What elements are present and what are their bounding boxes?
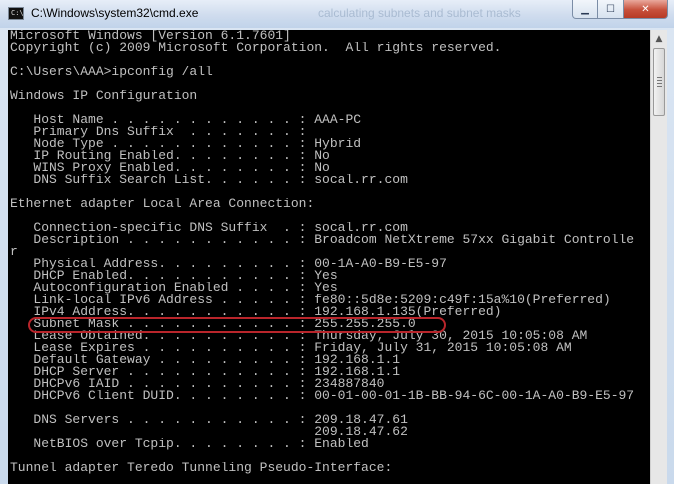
console-line: Physical Address. . . . . . . . . : 00-1… xyxy=(10,258,447,270)
console-line: DHCP Server . . . . . . . . . . . : 192.… xyxy=(10,366,401,378)
console-line: DHCPv6 Client DUID. . . . . . . . : 00-0… xyxy=(10,390,635,402)
background-window-title: calculating subnets and subnet masks xyxy=(318,6,521,20)
console-lines: Microsoft Windows [Version 6.1.7601] Copy… xyxy=(8,30,650,474)
console-line: Default Gateway . . . . . . . . . : 192.… xyxy=(10,354,401,366)
console-line: Tunnel adapter Teredo Tunneling Pseudo-I… xyxy=(10,462,393,474)
console-line: Description . . . . . . . . . . . : Broa… xyxy=(10,234,635,246)
console-line: DNS Suffix Search List. . . . . . : soca… xyxy=(10,174,408,186)
vertical-scrollbar[interactable]: ▲ xyxy=(650,30,667,484)
scrollbar-thumb[interactable] xyxy=(653,48,665,116)
caption-buttons: ▁ ☐ ✕ xyxy=(572,0,668,20)
console-line: Primary Dns Suffix . . . . . . . : xyxy=(10,126,307,138)
console-line: Microsoft Windows [Version 6.1.7601] xyxy=(10,30,291,42)
maximize-button[interactable]: ☐ xyxy=(598,0,624,19)
console-line: DNS Servers . . . . . . . . . . . : 209.… xyxy=(10,414,408,426)
title-bar[interactable]: C:\ C:\Windows\system32\cmd.exe calculat… xyxy=(0,0,674,28)
console-line: r xyxy=(10,246,18,258)
console-line: NetBIOS over Tcpip. . . . . . . . : Enab… xyxy=(10,438,369,450)
grip-line xyxy=(657,80,662,81)
grip-line xyxy=(657,86,662,87)
console-line: Ethernet adapter Local Area Connection: xyxy=(10,198,315,210)
console-line: WINS Proxy Enabled. . . . . . . . : No xyxy=(10,162,330,174)
console-output[interactable]: Microsoft Windows [Version 6.1.7601] Copy… xyxy=(8,30,650,484)
chevron-up-icon: ▲ xyxy=(655,33,663,44)
console-line: Autoconfiguration Enabled . . . . : Yes xyxy=(10,282,338,294)
scroll-up-button[interactable]: ▲ xyxy=(651,30,667,47)
maximize-icon: ☐ xyxy=(606,3,615,15)
cmd-window: C:\ C:\Windows\system32\cmd.exe calculat… xyxy=(0,0,674,484)
grip-line xyxy=(657,77,662,78)
close-icon: ✕ xyxy=(641,3,650,15)
console-line: DHCPv6 IAID . . . . . . . . . . . : 2348… xyxy=(10,378,385,390)
subnet-mask-highlight xyxy=(28,317,446,333)
console-line: Lease Expires . . . . . . . . . . : Frid… xyxy=(10,342,572,354)
minimize-button[interactable]: ▁ xyxy=(572,0,598,19)
cmd-icon[interactable]: C:\ xyxy=(8,7,24,20)
console-line: C:\Users\AAA>ipconfig /all xyxy=(10,66,213,78)
minimize-icon: ▁ xyxy=(581,3,589,15)
console-line: Link-local IPv6 Address . . . . . : fe80… xyxy=(10,294,611,306)
cmd-icon-text: C:\ xyxy=(11,9,24,17)
grip-line xyxy=(657,83,662,84)
console-line: Host Name . . . . . . . . . . . . : AAA-… xyxy=(10,114,362,126)
window-title: C:\Windows\system32\cmd.exe xyxy=(31,6,199,20)
console-line: Connection-specific DNS Suffix . : socal… xyxy=(10,222,408,234)
console-line: Node Type . . . . . . . . . . . . : Hybr… xyxy=(10,138,362,150)
console-line: Copyright (c) 2009 Microsoft Corporation… xyxy=(10,42,502,54)
console-line: 209.18.47.62 xyxy=(10,426,408,438)
close-button[interactable]: ✕ xyxy=(624,0,668,19)
console-line: Windows IP Configuration xyxy=(10,90,198,102)
console-line: IP Routing Enabled. . . . . . . . : No xyxy=(10,150,330,162)
console-line: DHCP Enabled. . . . . . . . . . . : Yes xyxy=(10,270,338,282)
